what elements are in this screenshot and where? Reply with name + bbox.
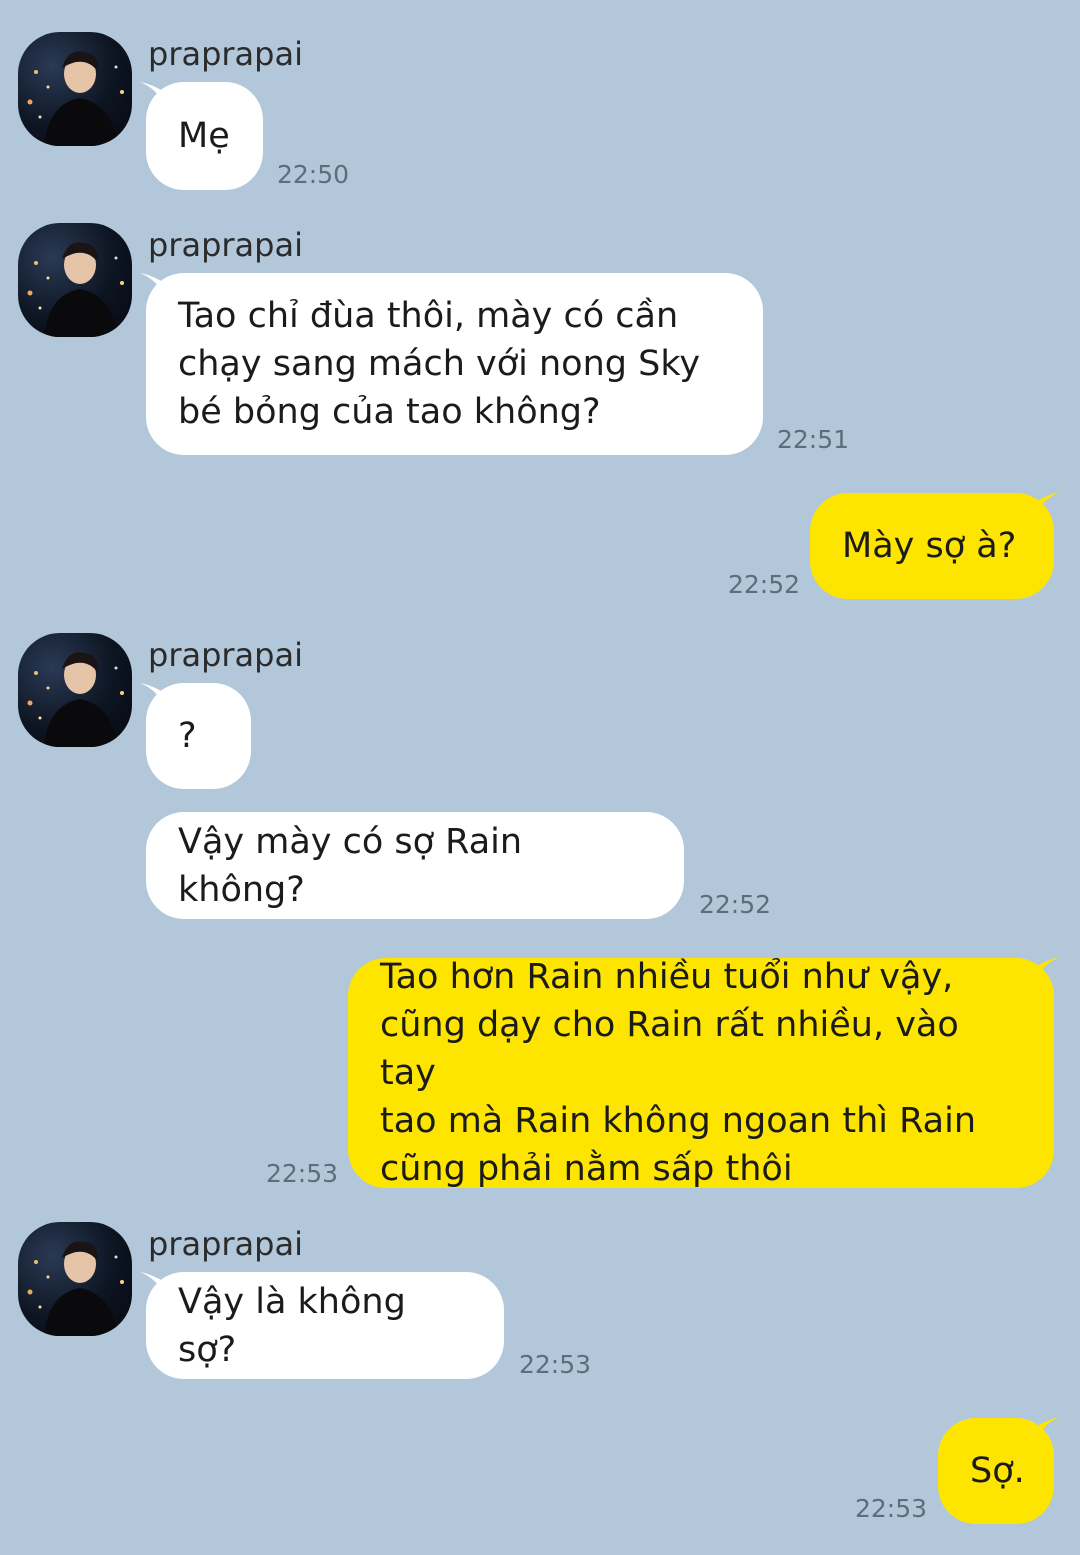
message-bubble-incoming[interactable]: Tao chỉ đùa thôi, mày có cần chạy sang m…: [146, 273, 763, 455]
message-bubble-outgoing[interactable]: Mày sợ à?: [810, 493, 1054, 599]
sender-name: praprapai: [148, 35, 303, 73]
message-bubble-incoming[interactable]: Vậy mày có sợ Rain không?: [146, 812, 684, 919]
profile-photo-icon: [27, 652, 124, 747]
message-time: 22:51: [777, 425, 850, 454]
sender-name: praprapai: [148, 636, 303, 674]
message-text: ?: [178, 716, 197, 756]
message-text: Mẹ: [178, 116, 230, 156]
avatar[interactable]: [18, 32, 132, 146]
message-text: Vậy là không sợ?: [178, 1281, 406, 1370]
message-bubble-incoming[interactable]: Vậy là không sợ?: [146, 1272, 504, 1379]
message-text: Tao chỉ đùa thôi, mày có cần chạy sang m…: [178, 296, 701, 432]
message-text: Sợ.: [970, 1451, 1025, 1491]
message-text: Tao hơn Rain nhiều tuổi như vậy, cũng dạ…: [380, 957, 977, 1189]
avatar[interactable]: [18, 1222, 132, 1336]
message-time: 22:53: [855, 1494, 928, 1523]
avatar[interactable]: [18, 633, 132, 747]
profile-photo-icon: [27, 51, 124, 146]
message-bubble-incoming[interactable]: ?: [146, 683, 251, 789]
message-text: Vậy mày có sợ Rain không?: [178, 821, 523, 910]
bubble-tail: [1032, 1417, 1060, 1443]
message-time: 22:50: [277, 160, 350, 189]
message-bubble-outgoing[interactable]: Tao hơn Rain nhiều tuổi như vậy, cũng dạ…: [348, 957, 1054, 1189]
message-time: 22:52: [728, 570, 801, 599]
message-time: 22:53: [519, 1350, 592, 1379]
profile-photo-icon: [27, 242, 124, 337]
message-bubble-incoming[interactable]: Mẹ: [146, 82, 263, 190]
bubble-tail: [1032, 957, 1060, 983]
message-time: 22:53: [266, 1159, 339, 1188]
profile-photo-icon: [27, 1241, 124, 1336]
sender-name: praprapai: [148, 1225, 303, 1263]
sender-name: praprapai: [148, 226, 303, 264]
bubble-tail: [1032, 492, 1060, 518]
avatar[interactable]: [18, 223, 132, 337]
message-text: Mày sợ à?: [842, 526, 1017, 566]
message-time: 22:52: [699, 890, 772, 919]
